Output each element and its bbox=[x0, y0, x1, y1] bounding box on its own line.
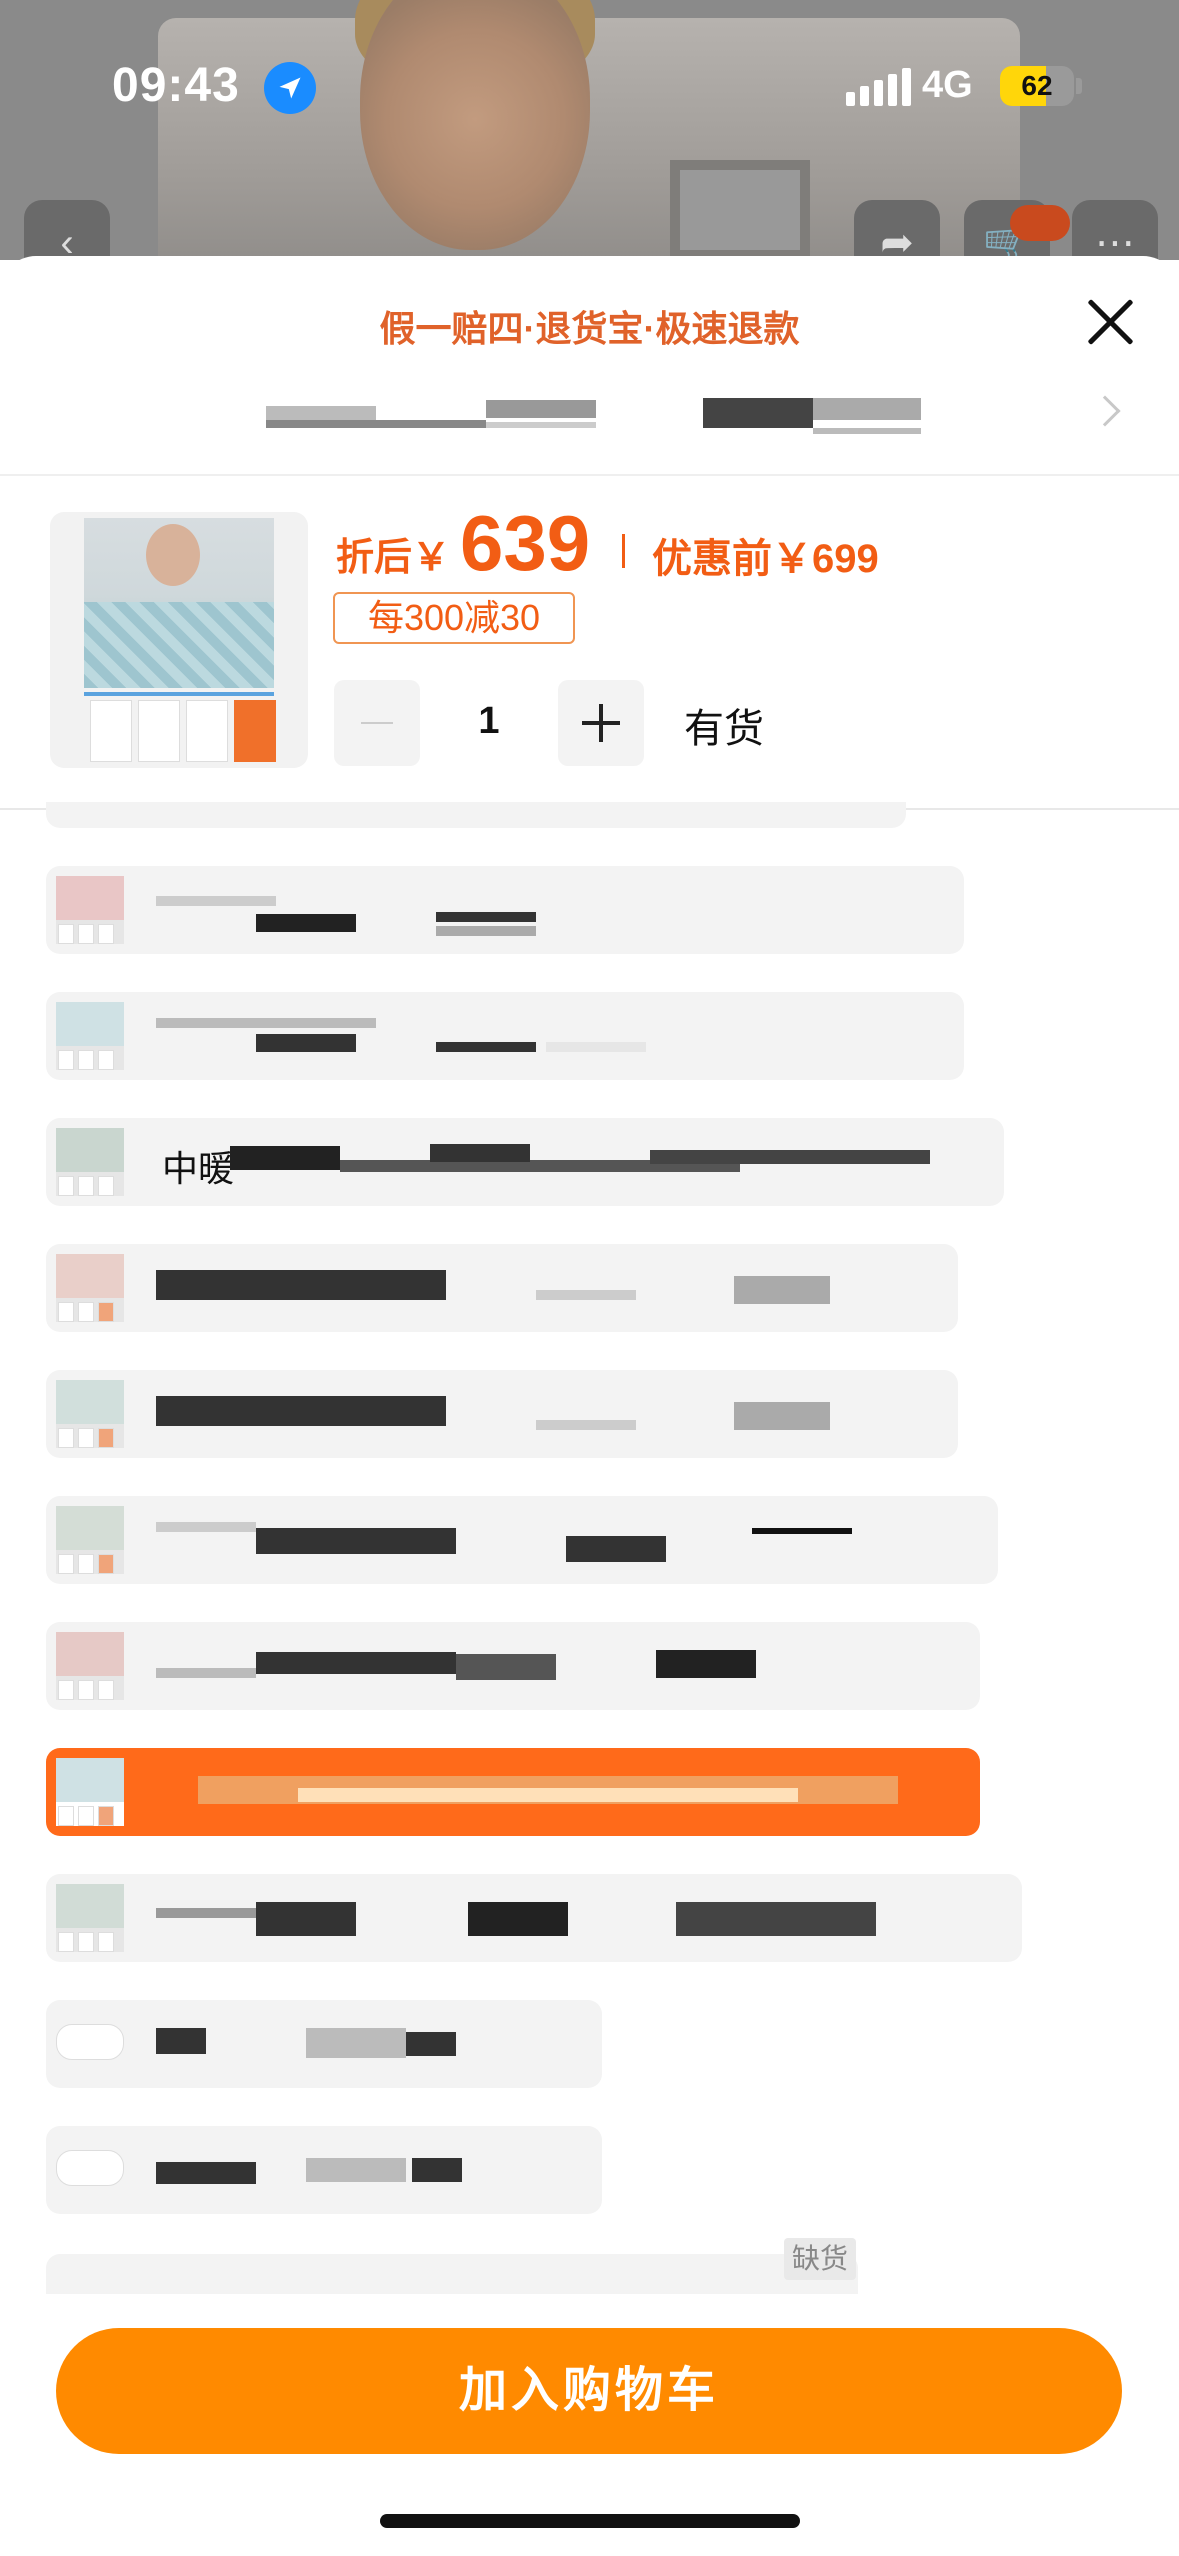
option-item-selected[interactable] bbox=[46, 1748, 980, 1836]
option-item[interactable] bbox=[46, 2000, 602, 2088]
option-label: 中暖 bbox=[162, 1148, 235, 1189]
option-item[interactable] bbox=[46, 992, 964, 1080]
coupon-badge: 每300减30 bbox=[333, 592, 575, 644]
signal-icon bbox=[846, 68, 911, 106]
option-item[interactable] bbox=[46, 1496, 998, 1584]
option-item[interactable] bbox=[46, 1874, 1022, 1962]
status-time: 09:43 bbox=[112, 59, 240, 112]
home-indicator[interactable] bbox=[380, 2514, 800, 2528]
divider bbox=[0, 474, 1179, 476]
option-item[interactable] bbox=[46, 2126, 602, 2214]
network-type: 4G bbox=[922, 64, 973, 106]
add-to-cart-button[interactable]: 加入购物车 bbox=[56, 2328, 1122, 2454]
out-of-stock-badge: 缺货 bbox=[784, 2238, 856, 2280]
option-item[interactable] bbox=[46, 1244, 958, 1332]
price-separator bbox=[622, 534, 625, 568]
redacted-address-row[interactable] bbox=[266, 398, 921, 436]
guarantee-banner: 假一赔四·退货宝·极速退款 bbox=[379, 308, 800, 349]
price-after: 639 bbox=[460, 499, 591, 587]
option-item[interactable] bbox=[46, 1370, 958, 1458]
location-arrow-icon bbox=[264, 62, 316, 114]
minus-icon[interactable] bbox=[334, 680, 420, 766]
cart-count-badge bbox=[1010, 205, 1070, 241]
option-item[interactable]: 中暖 bbox=[46, 1118, 1004, 1206]
stock-status: 有货 bbox=[684, 707, 764, 751]
chevron-right-icon[interactable] bbox=[1089, 395, 1121, 427]
close-icon[interactable] bbox=[1078, 290, 1142, 354]
battery-icon: 62 bbox=[1000, 66, 1074, 106]
quantity-value[interactable]: 1 bbox=[420, 700, 558, 743]
option-partial[interactable] bbox=[46, 802, 906, 828]
option-item[interactable] bbox=[46, 866, 964, 954]
price-after-label: 折后￥ bbox=[336, 537, 451, 579]
plus-icon[interactable] bbox=[558, 680, 644, 766]
status-bar: 09:43 4G 62 bbox=[0, 0, 1179, 170]
battery-level: 62 bbox=[1021, 70, 1053, 101]
option-item[interactable] bbox=[46, 1622, 980, 1710]
price-before: 优惠前￥699 bbox=[652, 537, 879, 581]
product-thumbnail[interactable] bbox=[50, 512, 308, 768]
option-item-partial[interactable] bbox=[46, 2254, 858, 2294]
